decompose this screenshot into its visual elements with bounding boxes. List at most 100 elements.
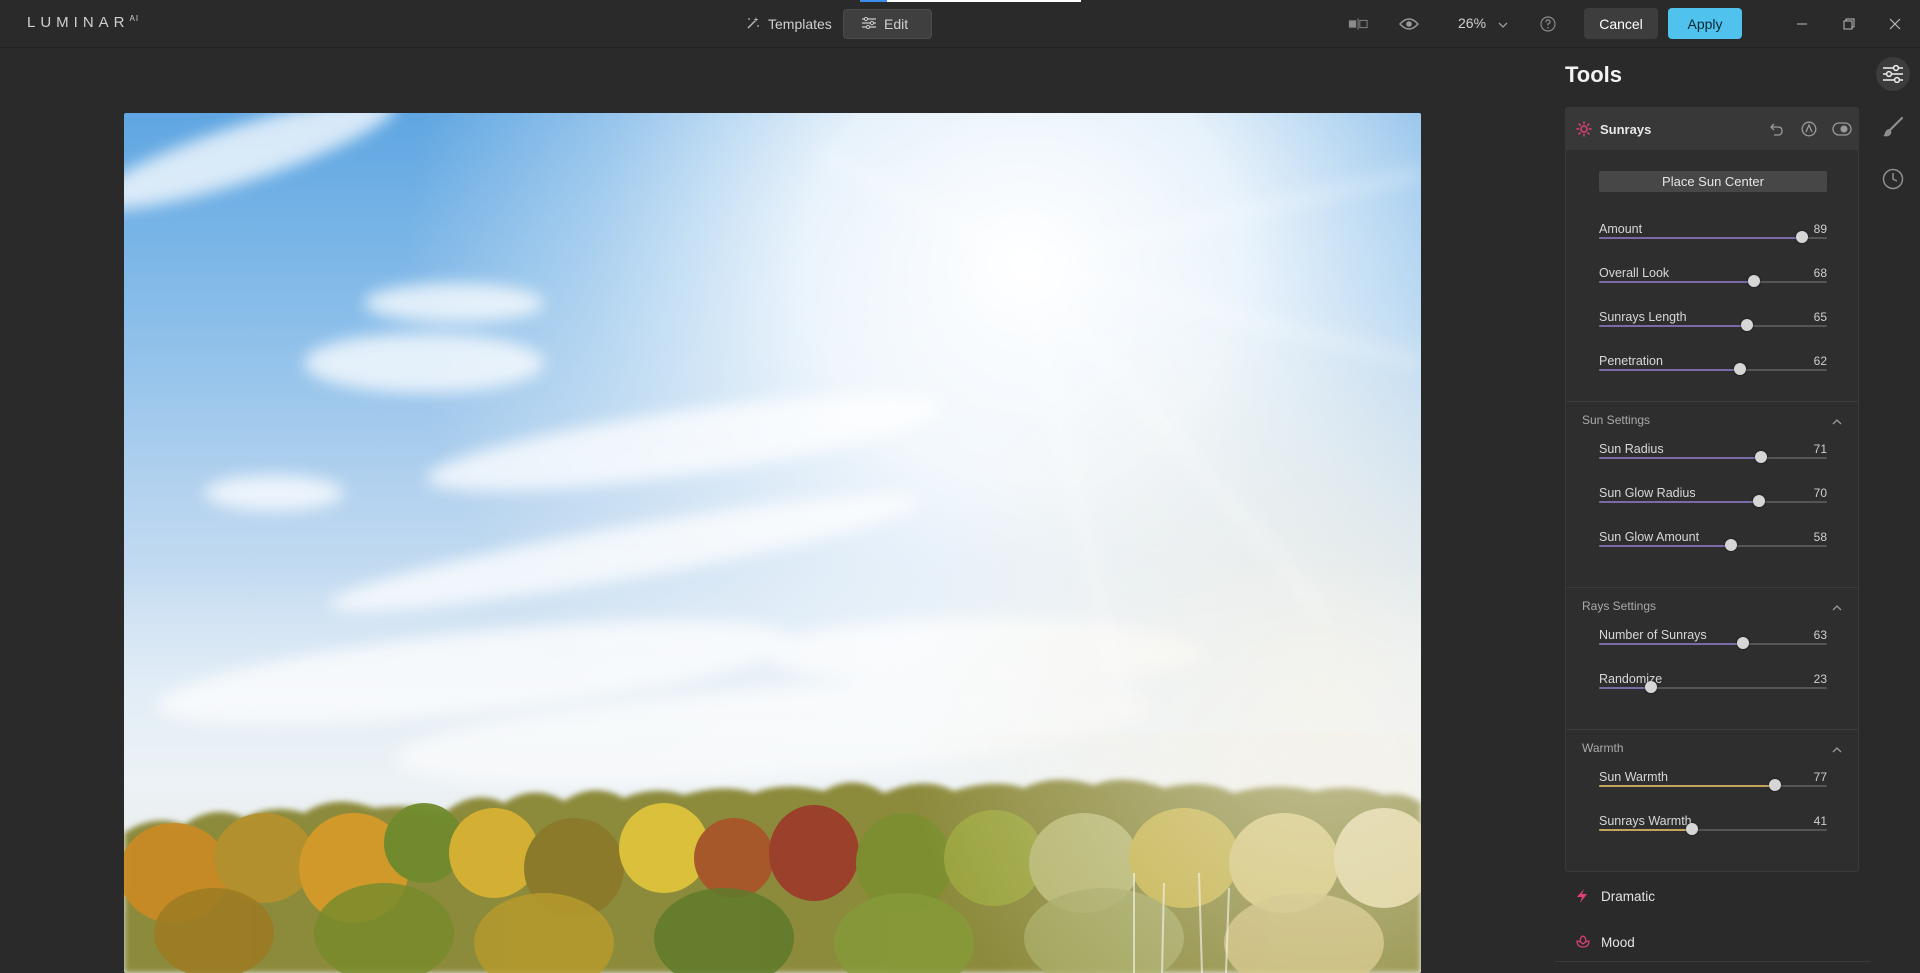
slider-thumb[interactable]: [1736, 637, 1749, 649]
slider-thumb[interactable]: [1795, 231, 1808, 243]
slider[interactable]: Randomize 23: [1599, 672, 1827, 708]
slider-value: 63: [1813, 628, 1827, 642]
lightning-icon: [1575, 888, 1589, 909]
slider[interactable]: Sunrays Warmth 41: [1599, 814, 1827, 850]
eye-icon[interactable]: [1399, 14, 1419, 34]
tab-indicator: [887, 0, 1081, 2]
slider-track[interactable]: [1599, 231, 1827, 243]
slider-track[interactable]: [1599, 495, 1827, 507]
zoom-control[interactable]: 26%: [1458, 15, 1508, 31]
zoom-value: 26%: [1458, 15, 1487, 31]
chevron-down-icon: [1498, 15, 1508, 31]
history-clock-icon[interactable]: [1876, 162, 1910, 196]
slider-track[interactable]: [1599, 363, 1827, 375]
slider-label: Penetration: [1599, 354, 1663, 368]
tab-templates[interactable]: Templates: [728, 9, 850, 39]
slider-label: Amount: [1599, 222, 1643, 236]
sunrays-tool-header[interactable]: Sunrays: [1566, 108, 1858, 150]
sliders-icon: [862, 16, 876, 32]
chevron-up-icon[interactable]: [1832, 740, 1842, 758]
section-title[interactable]: Sun Settings: [1582, 413, 1650, 427]
tab-indicator-accent: [860, 0, 887, 2]
slider-value: 71: [1813, 442, 1827, 456]
slider-value: 89: [1813, 222, 1827, 236]
slider-fill: [1599, 829, 1693, 831]
slider-label: Sun Radius: [1599, 442, 1664, 456]
help-icon[interactable]: [1538, 14, 1558, 34]
slider-thumb[interactable]: [1734, 363, 1747, 375]
brush-icon[interactable]: [1876, 110, 1910, 144]
undo-icon[interactable]: [1766, 119, 1786, 139]
slider-fill: [1599, 643, 1743, 645]
app-logo: LUMINARAI: [27, 14, 139, 31]
photo-canvas[interactable]: [124, 113, 1421, 973]
tool-dramatic[interactable]: Dramatic: [1565, 882, 1865, 912]
slider-thumb[interactable]: [1752, 495, 1765, 507]
slider-thumb[interactable]: [1748, 275, 1761, 287]
slider[interactable]: Sun Glow Radius 70: [1599, 486, 1827, 522]
slider-fill: [1599, 369, 1741, 371]
slider-thumb[interactable]: [1741, 319, 1754, 331]
slider[interactable]: Sun Radius 71: [1599, 442, 1827, 478]
slider[interactable]: Penetration 62: [1599, 354, 1827, 390]
slider[interactable]: Sun Warmth 77: [1599, 770, 1827, 806]
slider-thumb[interactable]: [1686, 823, 1699, 835]
magic-wand-icon: [746, 16, 760, 33]
restore-icon[interactable]: [1839, 14, 1859, 34]
slider-label: Sunrays Length: [1599, 310, 1687, 324]
photo-image: [124, 113, 1421, 973]
slider[interactable]: Amount 89: [1599, 222, 1827, 258]
slider-label: Sun Glow Amount: [1599, 530, 1700, 544]
slider-track[interactable]: [1599, 779, 1827, 791]
compare-view-icon[interactable]: [1348, 14, 1368, 34]
slider-value: 58: [1813, 530, 1827, 544]
slider-track[interactable]: [1599, 539, 1827, 551]
chevron-up-icon[interactable]: [1832, 412, 1842, 430]
slider[interactable]: Number of Sunrays 63: [1599, 628, 1827, 664]
slider-fill: [1599, 785, 1775, 787]
logo-suffix: AI: [129, 14, 140, 23]
slider-thumb[interactable]: [1754, 451, 1767, 463]
slider-track[interactable]: [1599, 823, 1827, 835]
slider-track[interactable]: [1599, 681, 1827, 693]
tool-mood[interactable]: Mood: [1565, 928, 1865, 958]
cancel-button[interactable]: Cancel: [1584, 8, 1658, 39]
chevron-up-icon[interactable]: [1832, 598, 1842, 616]
close-icon[interactable]: [1885, 14, 1905, 34]
slider-track[interactable]: [1599, 451, 1827, 463]
sunrays-tool-title: Sunrays: [1600, 122, 1652, 137]
section-title[interactable]: Warmth: [1582, 741, 1624, 755]
tools-title: Tools: [1565, 62, 1623, 87]
slider-label: Sun Glow Radius: [1599, 486, 1696, 500]
slider-label: Sun Warmth: [1599, 770, 1669, 784]
place-sun-center-button[interactable]: Place Sun Center: [1599, 171, 1827, 192]
tab-edit[interactable]: Edit: [843, 9, 932, 39]
mask-icon[interactable]: [1799, 119, 1819, 139]
section-title[interactable]: Rays Settings: [1582, 599, 1656, 613]
slider-value: 62: [1813, 354, 1827, 368]
slider-thumb[interactable]: [1725, 539, 1738, 551]
top-bar: LUMINARAI Templates Edit 26% Cancel Appl…: [0, 0, 1920, 48]
flower-icon: [1575, 934, 1591, 955]
slider[interactable]: Overall Look 68: [1599, 266, 1827, 302]
slider-thumb[interactable]: [1768, 779, 1781, 791]
tab-edit-label: Edit: [884, 16, 909, 32]
apply-button[interactable]: Apply: [1668, 8, 1742, 39]
slider-fill: [1599, 501, 1759, 503]
slider-label: Number of Sunrays: [1599, 628, 1707, 642]
slider[interactable]: Sun Glow Amount 58: [1599, 530, 1827, 566]
visibility-toggle-icon[interactable]: [1832, 119, 1852, 139]
tools-sliders-icon[interactable]: [1876, 57, 1910, 91]
slider-track[interactable]: [1599, 275, 1827, 287]
slider[interactable]: Sunrays Length 65: [1599, 310, 1827, 346]
tool-mood-label: Mood: [1601, 935, 1635, 950]
slider-track[interactable]: [1599, 319, 1827, 331]
minimize-icon[interactable]: [1792, 14, 1812, 34]
slider-fill: [1599, 237, 1802, 239]
slider-label: Overall Look: [1599, 266, 1670, 280]
slider-value: 65: [1813, 310, 1827, 324]
slider-value: 70: [1813, 486, 1827, 500]
slider-track[interactable]: [1599, 637, 1827, 649]
slider-thumb[interactable]: [1645, 681, 1658, 693]
section-sun-settings: Sun Settings Sun Radius 71 Sun Glow Radius 7…: [1566, 401, 1858, 580]
